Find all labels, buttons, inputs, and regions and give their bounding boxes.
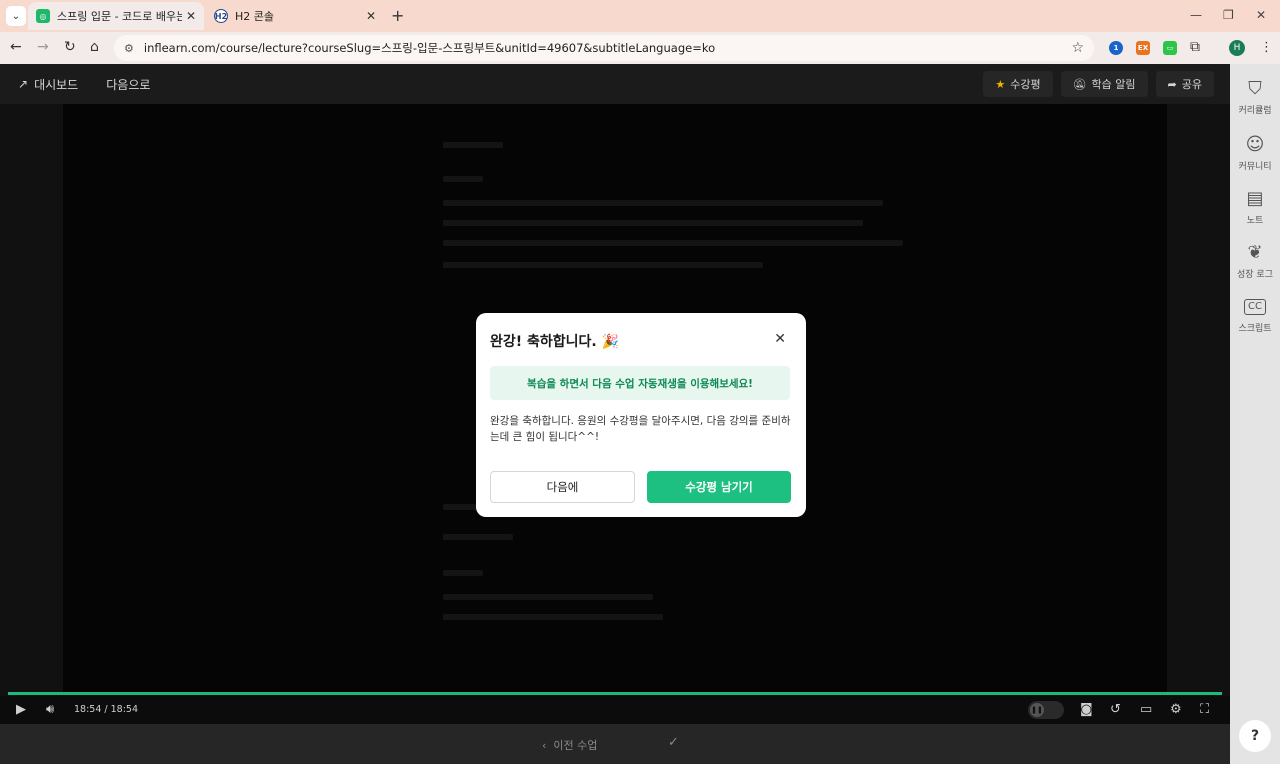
menu-kebab-icon[interactable]: ⋮: [1260, 40, 1273, 55]
chevron-left-icon: ‹: [542, 739, 554, 752]
write-review-button[interactable]: 수강평 남기기: [647, 471, 791, 503]
note-icon: ▤: [1246, 188, 1264, 209]
previous-lesson-button[interactable]: ‹ 이전 수업: [542, 737, 597, 753]
completion-modal: 완강! 축하합니다. 🎉 ✕ 복습을 하면서 다음 수업 자동재생을 이용해보세…: [476, 313, 806, 517]
bell-off-icon: 🔕︎: [1072, 77, 1087, 91]
camera-icon[interactable]: ◙: [1080, 702, 1093, 717]
share-icon: ➦: [1167, 77, 1177, 91]
extension-shield-icon[interactable]: 1: [1109, 41, 1123, 55]
help-button[interactable]: ?: [1239, 720, 1271, 752]
modal-body-text: 완강을 축하합니다. 응원의 수강평을 달아주시면, 다음 강의를 준비하는데 …: [490, 415, 791, 443]
lecture-header: ↗ 대시보드 다음으로 ★ 수강평 🔕︎ 학습 알림 ➦ 공유: [0, 64, 1230, 104]
replay-icon[interactable]: ↺: [1110, 702, 1121, 717]
previous-lesson-label: 이전 수업: [553, 739, 598, 752]
dimmed-text: [443, 200, 883, 206]
dashboard-link[interactable]: ↗ 대시보드: [18, 76, 84, 93]
bookmark-star-icon[interactable]: ☆: [1071, 40, 1084, 56]
external-link-icon: ↗: [18, 77, 29, 91]
modal-title: 완강! 축하합니다. 🎉: [490, 334, 620, 350]
sidebar-item-growth-log[interactable]: ❦ 성장 로그: [1230, 242, 1280, 280]
sidebar-item-label: 스크립트: [1238, 324, 1272, 334]
address-bar[interactable]: ⚙ inflearn.com/course/lecture?courseSlug…: [114, 35, 1094, 61]
h2-favicon-icon: H2: [214, 9, 228, 23]
subtitle-icon[interactable]: ▭: [1140, 702, 1152, 717]
forward-icon[interactable]: →: [37, 39, 49, 55]
settings-gear-icon[interactable]: ⚙: [1170, 702, 1182, 717]
sidebar-item-label: 성장 로그: [1237, 270, 1273, 280]
extension-ex-icon[interactable]: EX: [1136, 41, 1150, 55]
close-icon[interactable]: ✕: [186, 9, 196, 23]
dimmed-text: [443, 176, 483, 182]
site-info-icon[interactable]: ⚙: [124, 42, 134, 55]
play-icon[interactable]: ▶: [16, 702, 26, 717]
video-progress-bar[interactable]: [8, 692, 1222, 695]
sidebar-item-community[interactable]: ☺ 커뮤니티: [1230, 134, 1280, 172]
minimize-icon[interactable]: —: [1190, 8, 1202, 22]
complete-check-icon[interactable]: ✓: [668, 735, 679, 750]
new-tab-icon[interactable]: +: [391, 6, 404, 25]
browser-tab-strip: ⌄ ◎ 스프링 입문 - 코드로 배우는 스 ✕ H2 H2 콘솔 ✕ + — …: [0, 0, 1280, 32]
sidebar-item-script[interactable]: CC 스크립트: [1230, 296, 1280, 334]
sidebar-item-curriculum[interactable]: ⛉ 커리큘럼: [1230, 78, 1280, 116]
dimmed-text: [443, 240, 903, 246]
back-icon[interactable]: ←: [10, 39, 22, 55]
window-close-icon[interactable]: ✕: [1256, 8, 1266, 22]
player-controls: ▶ 🔊︎ 18:54 / 18:54 ❚❚ ◙ ↺ ▭ ⚙ ⛶: [0, 696, 1230, 724]
dimmed-text: [443, 220, 863, 226]
right-sidebar: ⛉ 커리큘럼 ☺ 커뮤니티 ▤ 노트 ❦ 성장 로그 CC 스크립트 ?: [1230, 64, 1280, 764]
dashboard-label: 대시보드: [34, 77, 79, 92]
profile-avatar[interactable]: H: [1229, 40, 1245, 56]
next-link[interactable]: 다음으로: [106, 76, 150, 93]
sidebar-item-label: 커뮤니티: [1238, 162, 1272, 172]
review-label: 수강평: [1010, 78, 1041, 91]
share-label: 공유: [1181, 78, 1202, 91]
star-icon: ★: [995, 77, 1006, 91]
reload-icon[interactable]: ↻: [64, 39, 76, 55]
dimmed-text: [443, 570, 483, 576]
pause-icon: ❚❚: [1030, 703, 1044, 717]
notify-button[interactable]: 🔕︎ 학습 알림: [1060, 71, 1148, 97]
sidebar-item-note[interactable]: ▤ 노트: [1230, 188, 1280, 226]
dimmed-text: [443, 262, 763, 268]
autoplay-toggle[interactable]: ❚❚: [1028, 701, 1064, 719]
tab-inflearn[interactable]: ◎ 스프링 입문 - 코드로 배우는 스 ✕: [28, 2, 204, 30]
hat-icon: ⛉: [1248, 78, 1262, 99]
url-text: inflearn.com/course/lecture?courseSlug=스…: [143, 41, 716, 55]
home-icon[interactable]: ⌂: [90, 39, 99, 55]
notify-label: 학습 알림: [1091, 78, 1136, 91]
share-button[interactable]: ➦ 공유: [1155, 71, 1214, 97]
leaf-icon: ❦: [1247, 242, 1263, 263]
close-icon[interactable]: ✕: [366, 9, 376, 23]
dimmed-text: [443, 594, 653, 600]
restore-icon[interactable]: ❐: [1223, 8, 1234, 22]
sidebar-item-label: 노트: [1246, 216, 1264, 226]
tab-search-chevron-icon[interactable]: ⌄: [6, 6, 26, 26]
extension-green-icon[interactable]: ▭: [1163, 41, 1177, 55]
playback-time: 18:54 / 18:54: [74, 704, 138, 715]
dimmed-text: [443, 534, 513, 540]
review-button[interactable]: ★ 수강평: [983, 71, 1053, 97]
dimmed-text: [443, 614, 663, 620]
dimmed-text: [443, 142, 503, 148]
tab-h2-console[interactable]: H2 H2 콘솔 ✕: [206, 2, 384, 30]
inflearn-favicon-icon: ◎: [36, 9, 50, 23]
tab-title: 스프링 입문 - 코드로 배우는 스: [57, 10, 182, 23]
autoplay-banner: 복습을 하면서 다음 수업 자동재생을 이용해보세요!: [490, 366, 790, 400]
fullscreen-icon[interactable]: ⛶: [1200, 702, 1209, 717]
sidebar-item-label: 커리큘럼: [1238, 106, 1272, 116]
lesson-nav-bar: ‹ 이전 수업 ✓: [0, 724, 1230, 764]
extensions-puzzle-icon[interactable]: ⧉: [1190, 39, 1200, 55]
later-button[interactable]: 다음에: [490, 471, 635, 503]
chat-icon: ☺: [1245, 134, 1265, 155]
tab-title: H2 콘솔: [235, 10, 275, 23]
cc-icon: CC: [1244, 299, 1266, 315]
close-icon[interactable]: ✕: [774, 331, 786, 347]
volume-icon[interactable]: 🔊︎: [46, 702, 54, 717]
browser-toolbar: ← → ↻ ⌂ ⚙ inflearn.com/course/lecture?co…: [0, 32, 1280, 64]
